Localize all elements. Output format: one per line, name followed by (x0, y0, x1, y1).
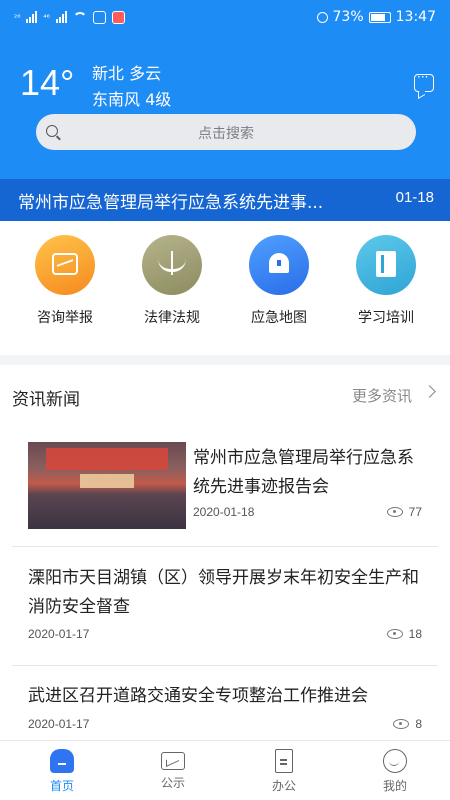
photo-icon (35, 235, 95, 295)
news-views: 8 (393, 717, 422, 731)
news-date: 2020-01-18 (193, 505, 255, 519)
quick-entry-training[interactable]: 学习培训 (336, 235, 436, 327)
news-views: 18 (386, 627, 422, 641)
home-icon (50, 749, 74, 773)
status-right: 73% 13:47 (316, 9, 436, 25)
app-notification-icon (92, 10, 106, 24)
signal-label-2: ⁴⁶ (43, 12, 50, 22)
scale-icon (142, 235, 202, 295)
view-count: 77 (408, 505, 422, 519)
weather-header: 14° 新北 多云 东南风 4级 点击搜索 (0, 34, 450, 179)
news-section-header: 资讯新闻 更多资讯 (0, 365, 450, 425)
headline-banner[interactable]: 常州市应急管理局举行应急系统先进事... 01-18 (0, 179, 450, 221)
bottom-tab-bar: 首页 公示 办公 我的 (0, 740, 450, 800)
quick-entry-grid: 咨询举报 法律法规 应急地图 学习培训 (0, 221, 450, 355)
tab-label: 我的 (382, 779, 407, 793)
signal-icon-2 (55, 11, 67, 23)
profile-smile-icon (383, 749, 407, 773)
view-count: 8 (415, 717, 422, 731)
weather-location-condition: 新北 多云 (92, 64, 162, 83)
news-title[interactable]: 常州市应急管理局举行应急系统先进事迹报告会 (193, 444, 423, 502)
eye-icon (386, 507, 403, 517)
eye-icon (393, 719, 410, 729)
banner-date: 01-18 (395, 189, 434, 206)
battery-icon (368, 11, 391, 23)
quick-entry-consult-report[interactable]: 咨询举报 (15, 235, 115, 327)
clock: 13:47 (395, 9, 436, 25)
news-section-title: 资讯新闻 (12, 390, 80, 410)
weather-wind: 东南风 4级 (92, 90, 172, 109)
chart-board-icon (161, 752, 185, 770)
status-left: ²⁶ ⁴⁶ (14, 10, 125, 24)
news-date: 2020-01-17 (28, 627, 90, 641)
more-news-link[interactable]: 更多资讯 (352, 385, 412, 406)
divider (12, 546, 438, 547)
quick-entry-label: 咨询举报 (37, 310, 93, 326)
quick-entry-label: 应急地图 (251, 310, 307, 326)
section-gap (0, 355, 450, 365)
eye-icon (386, 629, 403, 639)
tab-me[interactable]: 我的 (355, 749, 435, 794)
quick-entry-label: 法律法规 (144, 310, 200, 326)
banner-title: 常州市应急管理局举行应急系统先进事... (18, 193, 324, 213)
divider (12, 665, 438, 666)
temperature: 14° (20, 62, 75, 103)
chevron-right-icon[interactable] (423, 385, 436, 398)
battery-percent: 73% (332, 9, 364, 25)
wifi-icon (72, 12, 87, 22)
view-count: 18 (408, 627, 422, 641)
alarm-icon (316, 11, 328, 23)
app-notification-icon-red (111, 10, 125, 24)
search-bar[interactable]: 点击搜索 (36, 114, 416, 150)
document-icon (275, 749, 293, 773)
tab-home[interactable]: 首页 (22, 749, 102, 794)
siren-icon (249, 235, 309, 295)
tab-label: 首页 (49, 779, 74, 793)
quick-entry-emergency-map[interactable]: 应急地图 (229, 235, 329, 327)
thumbnail-caption: 先进事迹报告会 (88, 478, 131, 485)
tab-notice[interactable]: 公示 (133, 749, 213, 791)
news-views: 77 (386, 505, 422, 519)
book-icon (356, 235, 416, 295)
news-title[interactable]: 溧阳市天目湖镇（区）领导开展岁末年初安全生产和消防安全督查 (28, 564, 428, 622)
message-icon[interactable] (414, 70, 434, 92)
news-date: 2020-01-17 (28, 717, 90, 731)
news-thumbnail[interactable]: 先进事迹报告会 (28, 442, 186, 529)
signal-label-1: ²⁶ (14, 12, 21, 22)
tab-label: 办公 (271, 779, 296, 793)
tab-office[interactable]: 办公 (244, 749, 324, 794)
tab-label: 公示 (160, 776, 185, 790)
search-placeholder: 点击搜索 (198, 126, 254, 142)
quick-entry-laws[interactable]: 法律法规 (122, 235, 222, 327)
status-bar: ²⁶ ⁴⁶ 73% 13:47 (0, 0, 450, 34)
signal-icon (26, 11, 38, 23)
quick-entry-label: 学习培训 (358, 310, 414, 326)
news-title[interactable]: 武进区召开道路交通安全专项整治工作推进会 (28, 682, 428, 711)
